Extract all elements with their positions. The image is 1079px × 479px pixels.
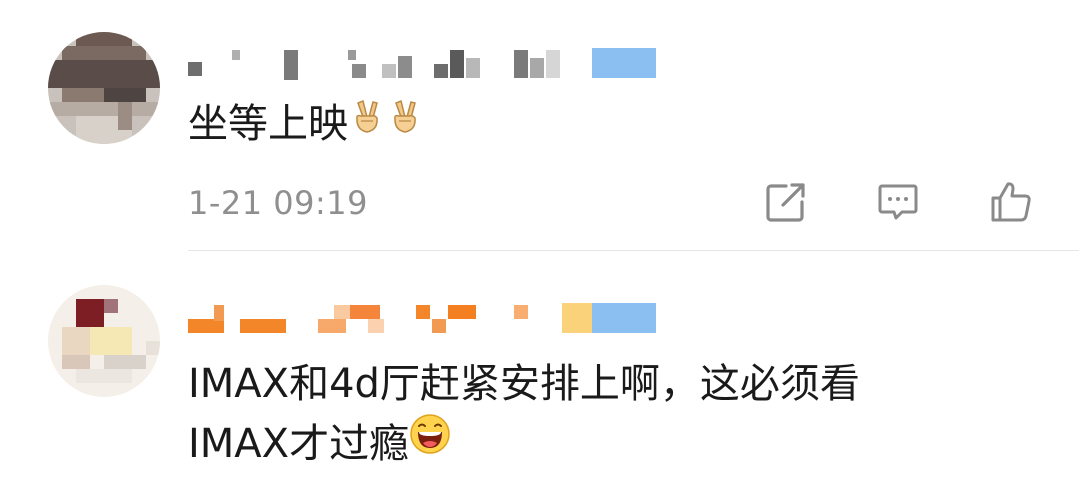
like-icon[interactable]	[986, 178, 1034, 226]
comment-text: 坐等上映	[188, 94, 424, 154]
comment-text-content: IMAX和4d厅赶紧安排上啊，这必须看	[188, 361, 860, 407]
username-pixelated[interactable]	[188, 48, 658, 82]
laughing-face-emoji	[409, 412, 451, 472]
comment-item: 坐等上映 1-21 09:19	[0, 0, 1079, 251]
comment-text: IMAX才过瘾	[188, 414, 451, 474]
comment-meta-row: 1-21 09:19	[188, 178, 1079, 228]
timestamp: 1-21 09:19	[188, 184, 369, 222]
victory-hand-emoji	[348, 92, 386, 152]
vip-badge	[592, 303, 656, 333]
vip-badge	[592, 48, 656, 78]
comment-text-content: 坐等上映	[188, 101, 348, 147]
avatar[interactable]	[48, 32, 160, 144]
comment-icon[interactable]	[874, 178, 922, 226]
comment-text: IMAX和4d厅赶紧安排上啊，这必须看	[188, 354, 860, 414]
victory-hand-emoji	[386, 92, 424, 152]
comment-feed: 坐等上映 1-21 09:19 IMAX和4d厅赶紧安排上啊，这必须看 IMAX…	[0, 0, 1079, 479]
share-icon[interactable]	[762, 178, 810, 226]
comment-text-content: IMAX才过瘾	[188, 421, 410, 467]
username-pixelated[interactable]	[188, 303, 658, 337]
avatar[interactable]	[48, 285, 160, 397]
comment-item: IMAX和4d厅赶紧安排上啊，这必须看 IMAX才过瘾	[0, 251, 1079, 479]
